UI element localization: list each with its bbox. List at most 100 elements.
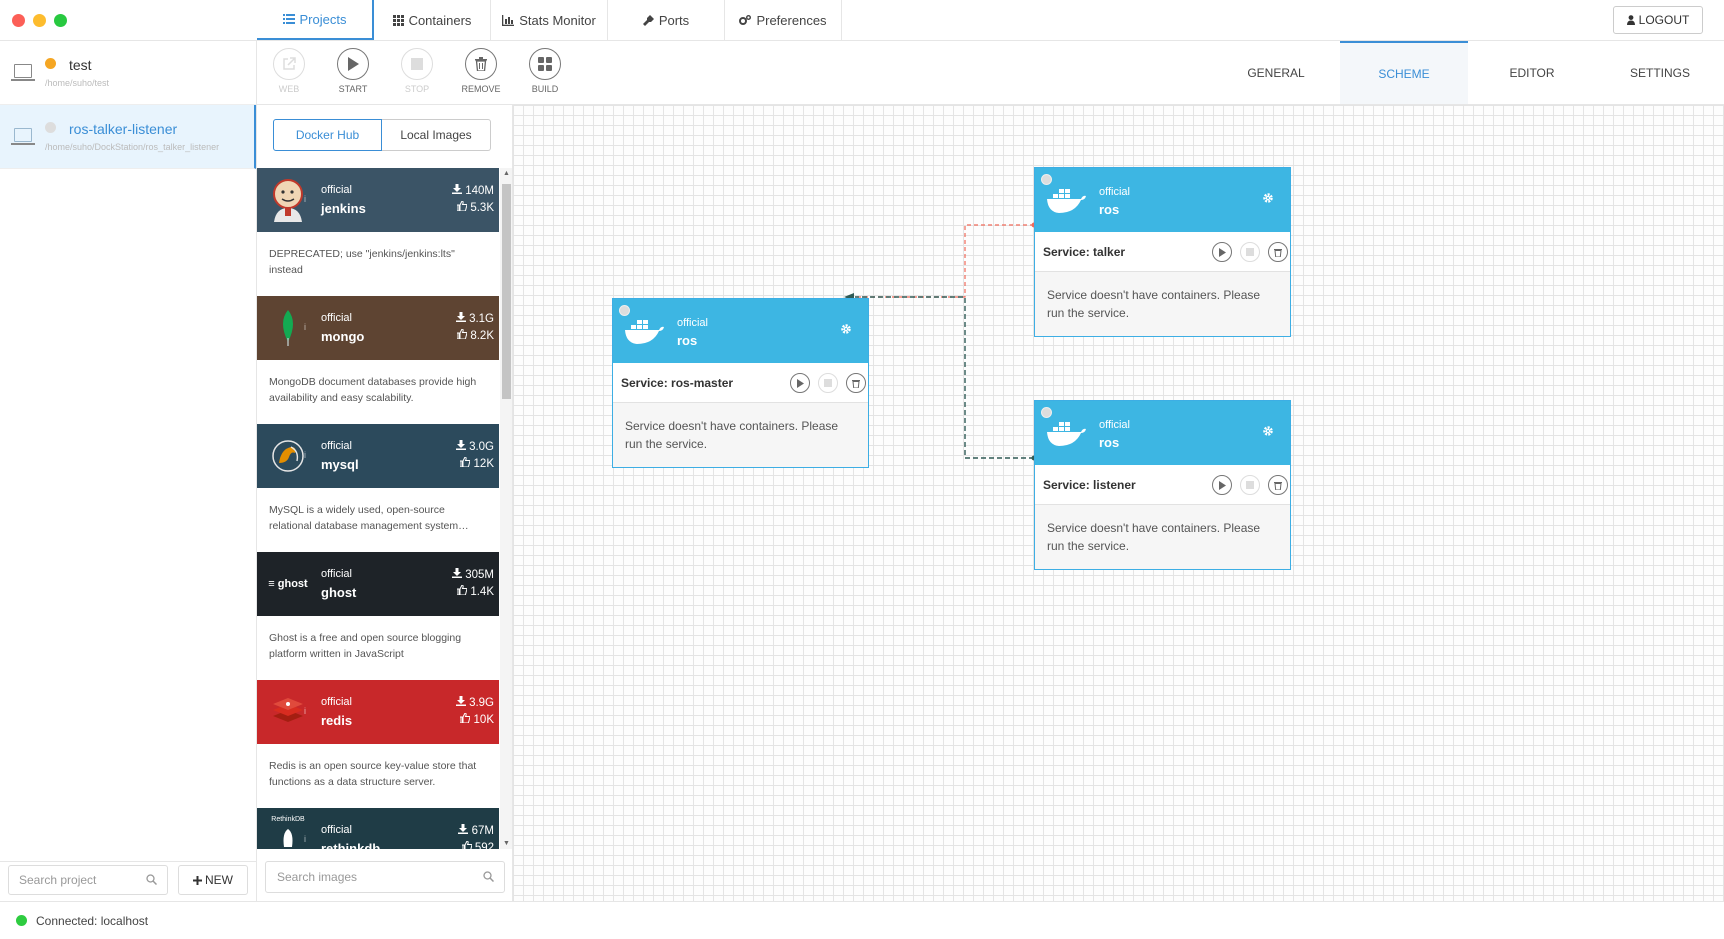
image-stars: 1.4K <box>456 584 494 598</box>
stop-button[interactable]: STOP <box>385 41 449 104</box>
play-icon <box>1219 480 1226 490</box>
image-search-input[interactable]: Search images <box>265 861 505 893</box>
build-icon <box>538 57 552 71</box>
tab-label: Ports <box>658 12 690 28</box>
scheme-canvas[interactable]: official ros Service: ros-master Service… <box>513 105 1724 901</box>
image-badge: official <box>321 568 352 580</box>
scroll-down-icon[interactable]: ▼ <box>503 840 510 847</box>
window-controls <box>12 14 67 27</box>
web-button[interactable]: WEB <box>257 41 321 104</box>
tab-ports[interactable]: Ports <box>608 0 725 40</box>
downloads-value: 305M <box>465 569 494 581</box>
tab-projects[interactable]: Projects <box>257 0 374 40</box>
tab-stats-monitor[interactable]: Stats Monitor <box>491 0 608 40</box>
gear-icon[interactable] <box>1262 425 1274 437</box>
jenkins-logo-icon <box>267 176 309 224</box>
image-downloads: 140M <box>452 184 494 197</box>
minimize-window-icon[interactable] <box>33 14 46 27</box>
image-card-ghost[interactable]: ≡ ghost i official ghost 305M 1.4K Ghost… <box>257 552 499 680</box>
status-dot <box>45 122 56 133</box>
download-icon <box>452 184 463 194</box>
tab-label: Stats Monitor <box>519 12 596 28</box>
service-message: Service doesn't have containers. Please … <box>1035 272 1290 336</box>
stop-label: STOP <box>404 84 430 94</box>
image-downloads: 3.1G <box>455 312 494 325</box>
service-badge: official <box>1099 186 1130 198</box>
link-talker-to-master <box>855 224 1034 298</box>
service-message: Service doesn't have containers. Please … <box>613 403 868 467</box>
service-toggle[interactable] <box>1041 174 1052 185</box>
image-stars: 8.2K <box>456 328 494 342</box>
logout-button[interactable]: LOGOUT <box>1613 6 1703 34</box>
info-icon[interactable]: i <box>304 450 306 460</box>
image-list[interactable]: i official jenkins 140M 5.3K DEPRECATED;… <box>257 168 499 849</box>
web-label: WEB <box>278 84 300 94</box>
service-node-ros-master[interactable]: official ros Service: ros-master Service… <box>612 298 869 468</box>
project-item-test[interactable]: test /home/suho/test <box>0 41 256 105</box>
project-search-input[interactable]: Search project <box>8 865 168 895</box>
image-card-jenkins[interactable]: i official jenkins 140M 5.3K DEPRECATED;… <box>257 168 499 296</box>
status-dot <box>45 58 56 69</box>
info-icon[interactable]: i <box>304 578 306 588</box>
image-description: Ghost is a free and open source blogging… <box>269 632 462 660</box>
service-remove-button[interactable] <box>846 373 866 393</box>
laptop-icon <box>11 64 35 81</box>
placeholder: Search project <box>19 873 97 887</box>
new-project-button[interactable]: NEW <box>178 865 248 895</box>
downloads-value: 140M <box>465 185 494 197</box>
close-window-icon[interactable] <box>12 14 25 27</box>
start-button[interactable]: START <box>321 41 385 104</box>
tab-settings[interactable]: SETTINGS <box>1596 41 1724 104</box>
download-icon <box>458 824 469 834</box>
service-stop-button[interactable] <box>1240 242 1260 262</box>
image-card-rethinkdb[interactable]: RethinkDB i official rethinkdb 67M 592 <box>257 808 499 849</box>
service-start-button[interactable] <box>1212 475 1232 495</box>
image-stars: 5.3K <box>456 200 494 214</box>
image-name: redis <box>321 713 353 728</box>
tab-preferences[interactable]: Preferences <box>725 0 842 40</box>
local-images-tab[interactable]: Local Images <box>382 119 491 151</box>
image-list-scrollbar[interactable]: ▲ ▼ <box>500 168 512 849</box>
info-icon[interactable]: i <box>304 194 306 204</box>
maximize-window-icon[interactable] <box>54 14 67 27</box>
image-card-redis[interactable]: i official redis 3.9G 10K Redis is an op… <box>257 680 499 808</box>
service-node-talker[interactable]: official ros Service: talker Service doe… <box>1034 167 1291 337</box>
image-card-mysql[interactable]: i official mysql 3.0G 12K MySQL is a wid… <box>257 424 499 552</box>
service-remove-button[interactable] <box>1268 475 1288 495</box>
stop-icon <box>411 58 423 70</box>
tab-scheme[interactable]: SCHEME <box>1340 41 1468 104</box>
image-downloads: 3.0G <box>455 440 494 453</box>
stop-icon <box>1246 481 1254 489</box>
service-stop-button[interactable] <box>1240 475 1260 495</box>
image-downloads: 67M <box>458 824 494 837</box>
service-image: ros <box>1099 435 1120 450</box>
service-image: ros <box>677 333 698 348</box>
service-start-button[interactable] <box>790 373 810 393</box>
info-icon[interactable]: i <box>304 834 306 844</box>
tab-label: Projects <box>299 11 347 27</box>
service-toggle[interactable] <box>619 305 630 316</box>
project-item-ros-talker-listener[interactable]: ros-talker-listener /home/suho/DockStati… <box>0 105 256 169</box>
tab-containers[interactable]: Containers <box>374 0 491 40</box>
gear-icon[interactable] <box>840 323 852 335</box>
service-remove-button[interactable] <box>1268 242 1288 262</box>
scroll-up-icon[interactable]: ▲ <box>503 170 510 177</box>
service-start-button[interactable] <box>1212 242 1232 262</box>
gear-icon[interactable] <box>1262 192 1274 204</box>
tab-general[interactable]: GENERAL <box>1212 41 1340 104</box>
docker-hub-tab[interactable]: Docker Hub <box>273 119 382 151</box>
image-card-mongo[interactable]: i official mongo 3.1G 8.2K MongoDB docum… <box>257 296 499 424</box>
image-badge: official <box>321 312 352 324</box>
service-stop-button[interactable] <box>818 373 838 393</box>
service-node-listener[interactable]: official ros Service: listener Service d… <box>1034 400 1291 570</box>
image-badge: official <box>321 184 352 196</box>
build-button[interactable]: BUILD <box>513 41 577 104</box>
scrollbar-thumb[interactable] <box>502 184 511 399</box>
tab-editor[interactable]: EDITOR <box>1468 41 1596 104</box>
view-tabs: GENERAL SCHEME EDITOR SETTINGS <box>1212 41 1724 104</box>
remove-button[interactable]: REMOVE <box>449 41 513 104</box>
info-icon[interactable]: i <box>304 706 306 716</box>
service-toggle[interactable] <box>1041 407 1052 418</box>
service-message: Service doesn't have containers. Please … <box>1035 505 1290 569</box>
info-icon[interactable]: i <box>304 322 306 332</box>
